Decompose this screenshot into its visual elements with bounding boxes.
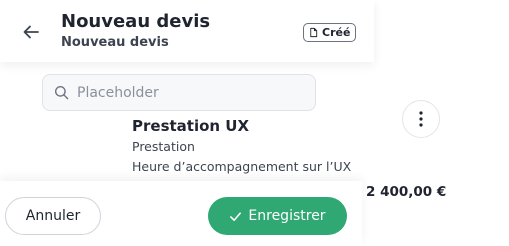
check-icon xyxy=(230,211,242,221)
item-menu-button[interactable] xyxy=(402,100,440,138)
back-button[interactable] xyxy=(21,22,41,42)
search-icon xyxy=(54,85,69,100)
item-title: Prestation UX xyxy=(132,117,250,135)
arrow-left-icon xyxy=(23,25,39,39)
item-description: Heure d’accompagnement sur l’UX xyxy=(132,159,352,174)
item-type: Prestation xyxy=(132,139,195,154)
cancel-button-label: Annuler xyxy=(25,208,81,224)
page-subtitle: Nouveau devis xyxy=(61,35,169,50)
save-button[interactable]: Enregistrer xyxy=(208,197,347,235)
page-title: Nouveau devis xyxy=(61,11,211,32)
cancel-button[interactable]: Annuler xyxy=(5,197,101,235)
item-price: 2 400,00 € xyxy=(366,184,447,200)
more-vertical-icon xyxy=(419,111,423,127)
search-box[interactable] xyxy=(42,74,316,111)
status-badge: Créé xyxy=(303,23,357,42)
document-icon xyxy=(310,27,318,38)
header-bar: Nouveau devis Nouveau devis Créé xyxy=(0,0,374,62)
search-input[interactable] xyxy=(77,84,297,101)
status-badge-label: Créé xyxy=(322,26,351,39)
save-button-label: Enregistrer xyxy=(248,208,326,224)
